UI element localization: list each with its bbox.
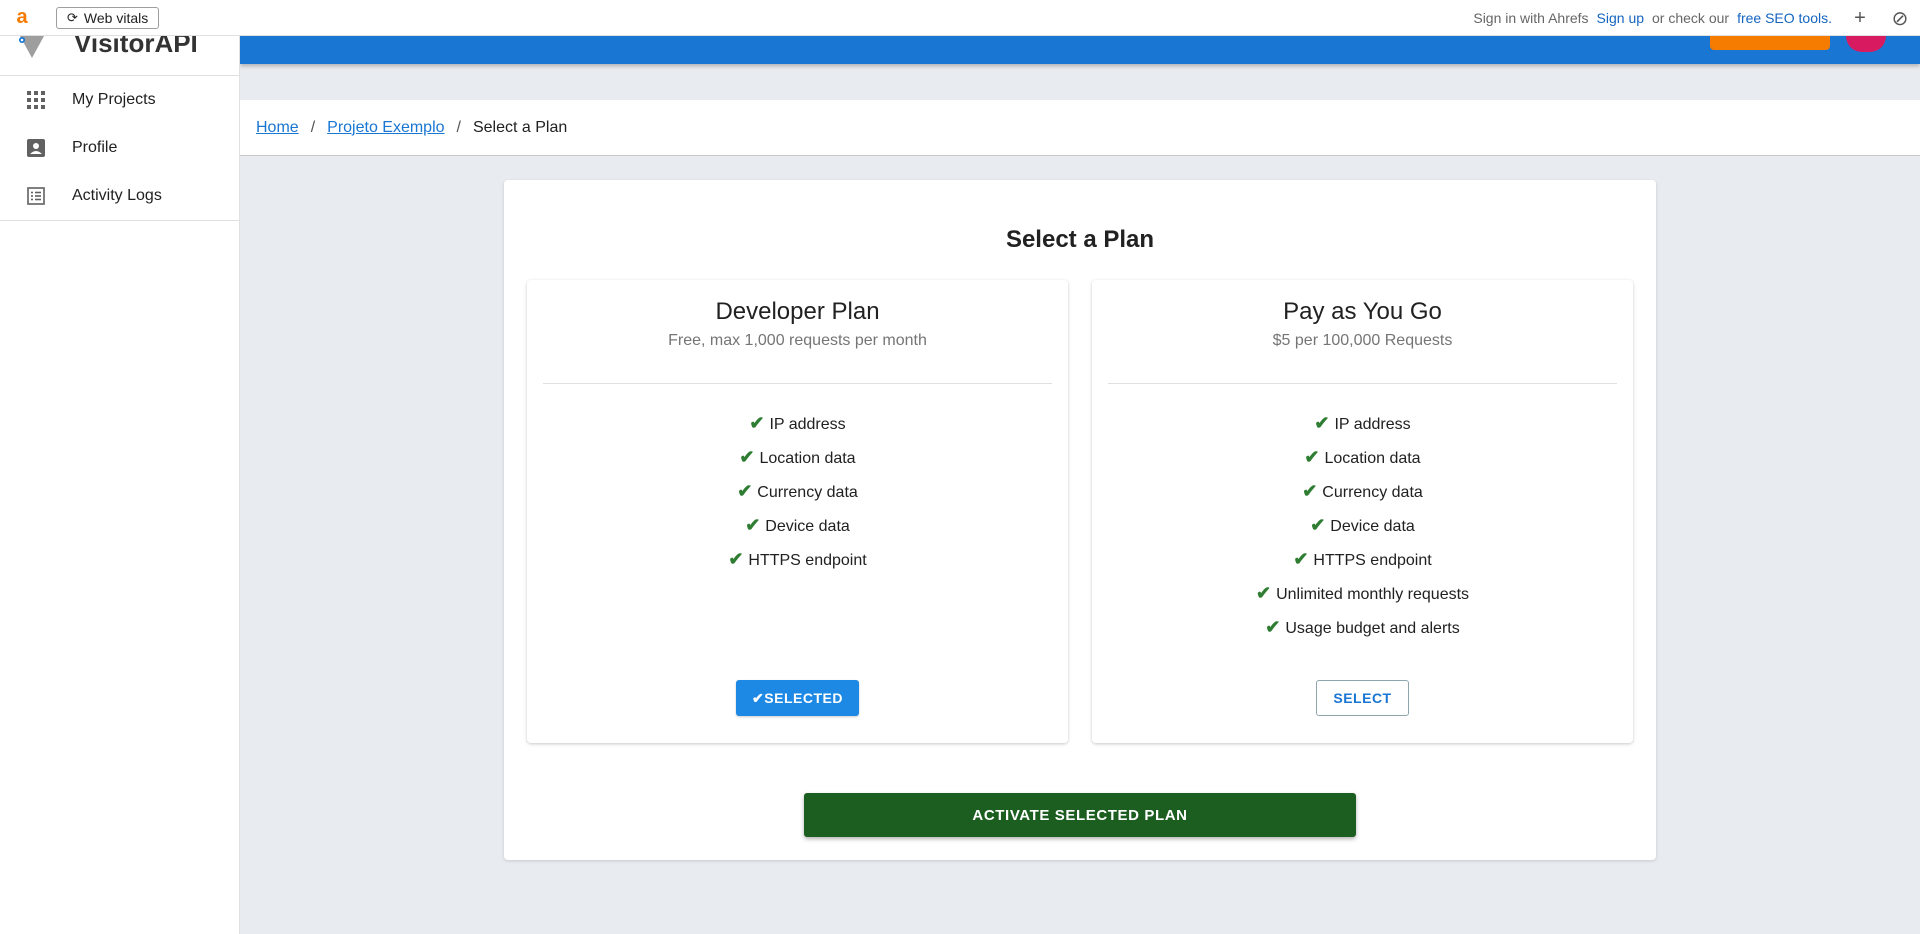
upgrade-button[interactable] (1710, 36, 1830, 50)
check-icon: ✔ (737, 481, 753, 501)
check-icon: ✔ (1255, 583, 1272, 603)
brand[interactable]: VisitorAPI (0, 30, 239, 76)
check-icon: ✔ (1314, 413, 1330, 433)
page-title: Select a Plan (1005, 226, 1155, 253)
check-icon: ✔ (1304, 447, 1320, 467)
ahrefs-signin-area: Sign in with Ahrefs Sign up or check our… (1473, 0, 1920, 36)
check-icon: ✔ (739, 447, 755, 467)
plan-price: Free, max 1,000 requests per month (668, 332, 927, 349)
list-item: ✔ Currency data (1092, 474, 1633, 508)
button-label: SELECTED (764, 689, 843, 706)
breadcrumb-separator: / (456, 118, 461, 136)
feature-label: Currency data (757, 484, 858, 501)
app-bar (240, 36, 1920, 64)
or-check-text: or check our (1652, 10, 1730, 26)
sidebar-item-label: My Projects (72, 91, 156, 108)
feature-label: HTTPS endpoint (748, 552, 867, 569)
divider (543, 383, 1052, 384)
breadcrumb-current: Select a Plan (472, 118, 568, 136)
ahrefs-extension-bar: a ⟳ Web vitals Sign in with Ahrefs Sign … (0, 0, 1920, 36)
feature-label: Usage budget and alerts (1285, 620, 1460, 637)
check-icon: ✔ (745, 515, 761, 535)
list-icon (0, 187, 72, 205)
check-icon: ✔ (1293, 549, 1309, 569)
refresh-icon: ⟳ (67, 9, 78, 25)
list-item: ✔ HTTPS endpoint (1092, 542, 1633, 576)
activate-selected-plan-button[interactable]: ACTIVATE SELECTED PLAN (804, 793, 1356, 837)
list-item: ✔ Location data (527, 440, 1068, 474)
feature-label: Location data (759, 450, 856, 467)
check-icon: ✔ (1302, 481, 1318, 501)
feature-label: Device data (1330, 518, 1415, 535)
sidebar-item-activity-logs[interactable]: Activity Logs (0, 172, 239, 220)
list-item: ✔ Device data (527, 508, 1068, 542)
visitorapi-logo-icon (19, 36, 44, 58)
feature-label: Location data (1324, 450, 1421, 467)
grid-icon (0, 91, 72, 109)
breadcrumb-separator: / (310, 118, 316, 136)
feature-list: ✔ IP address ✔ Location data ✔ Currency dat… (1092, 406, 1633, 644)
web-vitals-label: Web vitals (83, 9, 149, 26)
sidebar-item-label: Activity Logs (72, 187, 162, 204)
account-box-icon (0, 139, 72, 157)
breadcrumb-home-link[interactable]: Home (256, 119, 299, 137)
breadcrumb-project-link[interactable]: Projeto Exemplo (327, 119, 444, 137)
sign-in-text: Sign in with Ahrefs (1473, 10, 1589, 26)
plan-button-wrap: ✔SELECTED (527, 680, 1068, 716)
plan-card-developer: Developer Plan Free, max 1,000 requests … (527, 280, 1068, 743)
disable-icon[interactable]: ⊘ (1880, 6, 1920, 31)
plan-card-pay-as-you-go: Pay as You Go $5 per 100,000 Requests ✔ I… (1092, 280, 1633, 743)
sign-up-link[interactable]: Sign up (1597, 10, 1644, 26)
feature-label: IP address (769, 416, 846, 433)
list-item: ✔ Usage budget and alerts (1092, 610, 1633, 644)
pay-as-you-go-select-button[interactable]: SELECT (1316, 680, 1409, 716)
plan-name: Pay as You Go (1283, 298, 1442, 325)
check-icon: ✔ (1265, 617, 1281, 637)
list-item: ✔ Location data (1092, 440, 1633, 474)
sidebar: VisitorAPI My Projects Profile Activity … (0, 30, 240, 934)
plan-button-wrap: SELECT (1092, 680, 1633, 716)
developer-plan-selected-button[interactable]: ✔SELECTED (736, 680, 859, 716)
check-icon: ✔ (728, 549, 744, 569)
list-item: ✔ IP address (527, 406, 1068, 440)
breadcrumb: Home / Projeto Exemplo / Select a Plan (240, 100, 1920, 156)
feature-label: IP address (1334, 416, 1411, 433)
avatar[interactable] (1846, 36, 1886, 52)
sidebar-nav: My Projects Profile Activity Logs (0, 76, 239, 221)
feature-label: HTTPS endpoint (1313, 552, 1432, 569)
list-item: ✔ Unlimited monthly requests (1092, 576, 1633, 610)
check-icon: ✔ (752, 689, 765, 706)
sidebar-item-label: Profile (72, 139, 118, 156)
list-item: ✔ Currency data (527, 474, 1068, 508)
select-plan-card: Select a Plan Developer Plan Free, max 1… (504, 180, 1656, 860)
web-vitals-button[interactable]: ⟳ Web vitals (56, 6, 160, 29)
feature-label: Device data (765, 518, 850, 535)
check-icon: ✔ (749, 413, 765, 433)
plus-icon[interactable]: + (1840, 7, 1880, 30)
check-icon: ✔ (1310, 515, 1326, 535)
divider (1108, 383, 1617, 384)
list-item: ✔ Device data (1092, 508, 1633, 542)
feature-list: ✔ IP address ✔ Location data ✔ Currency dat… (527, 406, 1068, 576)
feature-label: Unlimited monthly requests (1276, 586, 1470, 603)
plan-price: $5 per 100,000 Requests (1272, 332, 1453, 349)
sidebar-item-profile[interactable]: Profile (0, 124, 239, 172)
ahrefs-logo-icon[interactable]: a (0, 6, 44, 29)
plan-name: Developer Plan (715, 298, 880, 325)
list-item: ✔ HTTPS endpoint (527, 542, 1068, 576)
sidebar-item-my-projects[interactable]: My Projects (0, 76, 239, 124)
list-item: ✔ IP address (1092, 406, 1633, 440)
feature-label: Currency data (1322, 484, 1423, 501)
free-seo-tools-link[interactable]: free SEO tools. (1737, 10, 1832, 26)
